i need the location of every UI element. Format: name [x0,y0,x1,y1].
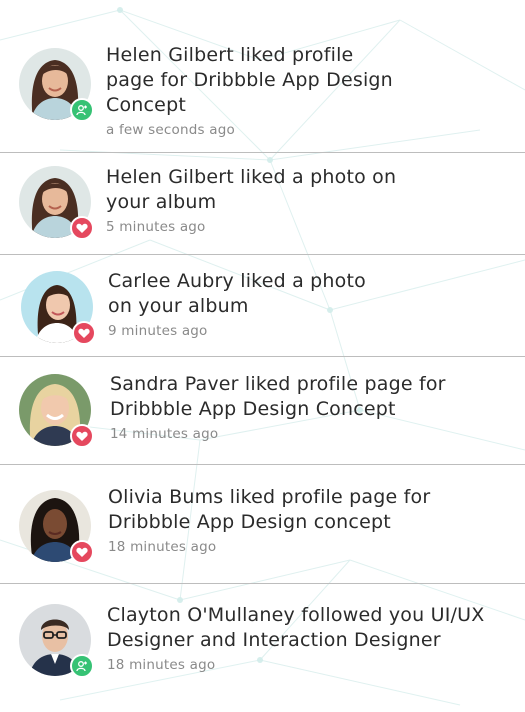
notification-message-line: your album [106,191,217,213]
add-user-icon [70,98,94,122]
notification-message-line: Helen Gilbert liked profile [106,44,354,66]
notification-text: Olivia Bums liked profile page for Dribb… [108,485,430,555]
notification-text: Clayton O'Mullaney followed you UI/UX De… [107,603,484,673]
avatar-carlee-aubry[interactable] [21,271,96,345]
notification-message-line: Clayton O'Mullaney followed you UI/UX [107,604,485,626]
notification-text: Carlee Aubry liked a photo on your album… [108,269,366,339]
avatar-clayton-omullaney[interactable] [19,604,94,678]
notification-time: 18 minutes ago [108,539,217,555]
heart-icon [70,540,94,564]
heart-icon [72,321,96,345]
notification-item[interactable]: Helen Gilbert liked a photo on your albu… [0,153,525,254]
notification-message-line: Olivia Bums liked profile page for [108,486,431,508]
notification-time: 18 minutes ago [107,657,216,673]
notification-message-line: Designer and Interaction Designer [107,629,441,651]
notification-text: Helen Gilbert liked a photo on your albu… [106,165,396,235]
notification-item[interactable]: Olivia Bums liked profile page for Dribb… [0,465,525,583]
avatar-olivia-bums[interactable] [19,490,94,564]
notification-message-line: Concept [106,94,186,116]
notification-text: Sandra Paver liked profile page for Drib… [110,372,446,442]
notification-text: Helen Gilbert liked profile page for Dri… [106,43,393,138]
notification-item[interactable]: Helen Gilbert liked profile page for Dri… [0,0,525,152]
notification-message-line: Dribbble App Design Concept [110,398,396,420]
notification-time: a few seconds ago [106,122,235,138]
notification-message-line: on your album [108,295,249,317]
notification-message-line: Dribbble App Design concept [108,511,391,533]
notification-list: Helen Gilbert liked profile page for Dri… [0,0,525,712]
avatar-helen-gilbert[interactable] [19,48,94,122]
notification-message-line: Carlee Aubry liked a photo [108,270,366,292]
notification-item[interactable]: Sandra Paver liked profile page for Drib… [0,357,525,464]
notification-message-line: Helen Gilbert liked a photo on [106,166,397,188]
avatar-helen-gilbert[interactable] [19,166,94,240]
heart-icon [70,424,94,448]
notification-message-line: page for Dribbble App Design [106,69,393,91]
notification-time: 5 minutes ago [106,219,206,235]
add-user-icon [70,654,94,678]
avatar-sandra-paver[interactable] [19,374,94,448]
notification-item[interactable]: Carlee Aubry liked a photo on your album… [0,255,525,356]
notification-item[interactable]: Clayton O'Mullaney followed you UI/UX De… [0,584,525,712]
notification-message-line: Sandra Paver liked profile page for [110,373,446,395]
notification-time: 9 minutes ago [108,323,208,339]
heart-icon [70,216,94,240]
notification-time: 14 minutes ago [110,426,219,442]
